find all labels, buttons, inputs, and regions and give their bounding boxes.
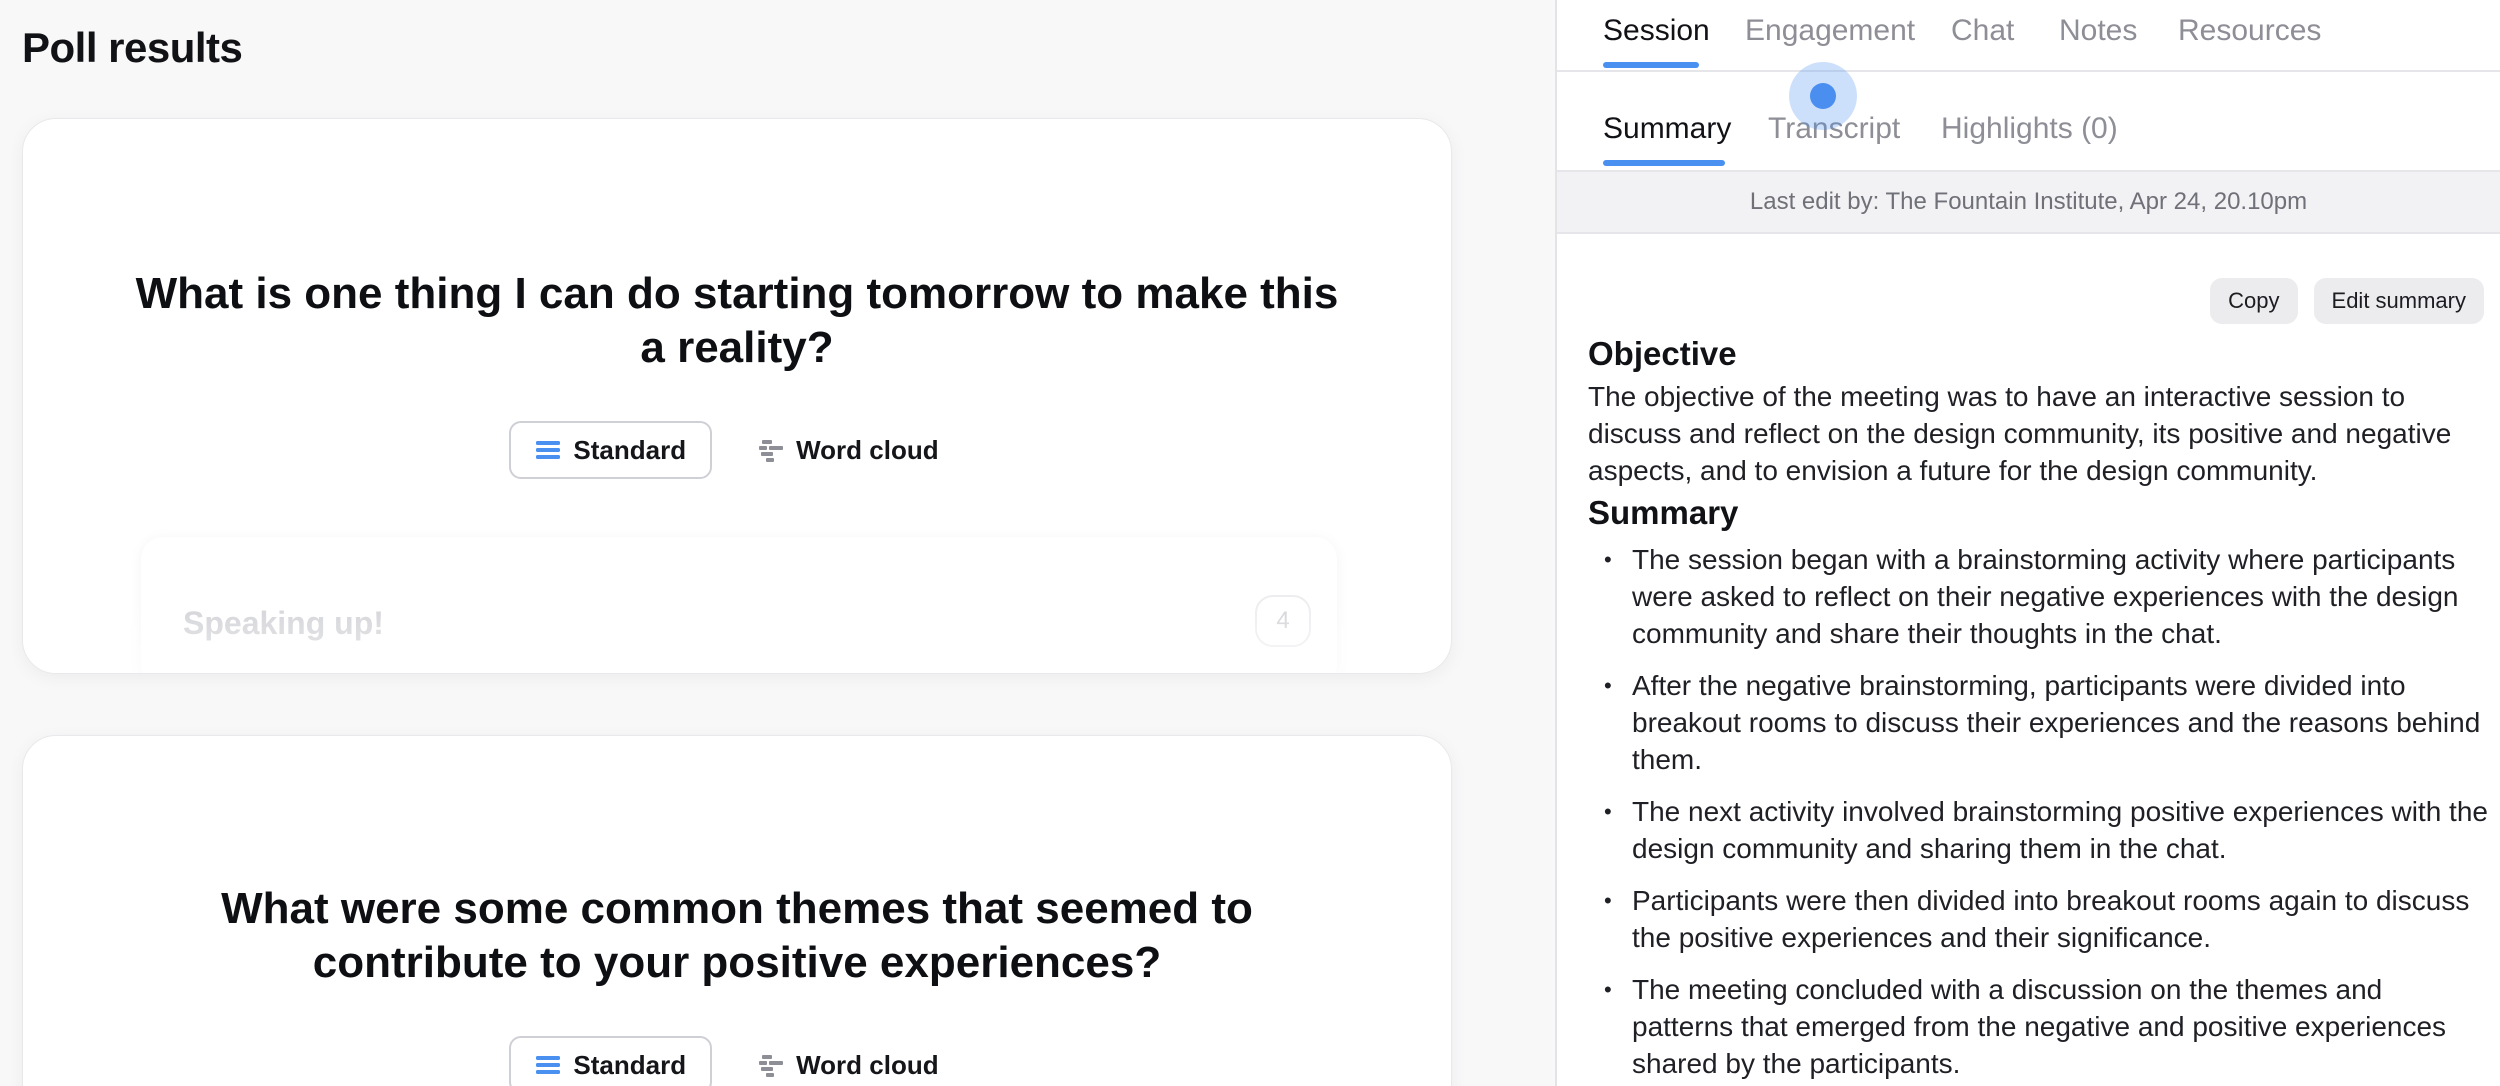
- list-item-text: After the negative brainstorming, partic…: [1632, 670, 2481, 775]
- word-cloud-icon: [759, 1055, 784, 1077]
- tab-notes[interactable]: Notes: [2059, 14, 2137, 48]
- bullet-icon: •: [1604, 799, 1612, 824]
- bullet-icon: •: [1604, 888, 1612, 913]
- standard-view-button[interactable]: Standard: [509, 1036, 713, 1086]
- copy-button[interactable]: Copy: [2210, 278, 2298, 324]
- tab-highlights[interactable]: Highlights (0): [1941, 112, 2118, 146]
- list-item: • The session began with a brainstorming …: [1588, 541, 2488, 652]
- main-tabs: Session Engagement Chat Notes Resources: [1557, 0, 2500, 72]
- cursor-dot: [1810, 83, 1836, 109]
- bullet-icon: •: [1604, 673, 1612, 698]
- view-toggle: Standard Word cloud: [23, 1036, 1451, 1086]
- tab-session[interactable]: Session: [1603, 14, 1710, 48]
- bullet-icon: •: [1604, 977, 1612, 1002]
- list-item-text: Participants were then divided into brea…: [1632, 885, 2470, 953]
- list-item: • Participants were then divided into bre…: [1588, 882, 2488, 956]
- summary-actions: Copy Edit summary: [2210, 278, 2484, 324]
- sub-tabs: Summary Transcript Highlights (0): [1557, 72, 2500, 172]
- list-item-text: The session began with a brainstorming a…: [1632, 544, 2459, 649]
- tab-summary[interactable]: Summary: [1603, 112, 1731, 146]
- word-cloud-view-label: Word cloud: [796, 1049, 939, 1080]
- bullet-icon: •: [1604, 547, 1612, 572]
- word-cloud-view-button[interactable]: Word cloud: [732, 421, 965, 479]
- page-title: Poll results: [22, 24, 243, 71]
- tab-resources[interactable]: Resources: [2178, 14, 2321, 48]
- summary-content: Objective The objective of the meeting w…: [1588, 330, 2488, 1086]
- poll-card: What is one thing I can do starting tomo…: [22, 118, 1452, 674]
- standard-view-button[interactable]: Standard: [509, 421, 713, 479]
- edit-summary-button[interactable]: Edit summary: [2313, 278, 2484, 324]
- last-edit-info: Last edit by: The Fountain Institute, Ap…: [1557, 170, 2500, 234]
- active-tab-indicator: [1603, 62, 1699, 68]
- poll-card: What were some common themes that seemed…: [22, 735, 1452, 1086]
- objective-heading: Objective: [1588, 335, 1737, 372]
- response-count-badge: 4: [1255, 595, 1311, 647]
- list-item: • The meeting concluded with a discussion…: [1588, 971, 2488, 1082]
- summary-list: • The session began with a brainstorming …: [1588, 541, 2488, 1082]
- poll-results-panel: Poll results What is one thing I can do …: [0, 0, 1555, 1086]
- active-subtab-indicator: [1603, 160, 1725, 166]
- standard-view-label: Standard: [573, 434, 687, 465]
- objective-text: The objective of the meeting was to have…: [1588, 381, 2452, 486]
- list-item-text: The meeting concluded with a discussion …: [1632, 974, 2447, 1079]
- word-cloud-icon: [759, 440, 784, 462]
- poll-question: What were some common themes that seemed…: [221, 884, 1253, 987]
- standard-view-label: Standard: [573, 1049, 687, 1080]
- poll-response-item: Speaking up! 4: [141, 537, 1337, 673]
- word-cloud-view-label: Word cloud: [796, 434, 939, 465]
- summary-heading: Summary: [1588, 494, 1739, 531]
- poll-question: What is one thing I can do starting tomo…: [135, 269, 1339, 372]
- word-cloud-view-button[interactable]: Word cloud: [732, 1036, 965, 1086]
- list-item: • After the negative brainstorming, parti…: [1588, 667, 2488, 778]
- list-item: • The next activity involved brainstormin…: [1588, 793, 2488, 867]
- list-item-text: The next activity involved brainstorming…: [1632, 796, 2488, 864]
- view-toggle: Standard Word cloud: [23, 421, 1451, 479]
- tab-chat[interactable]: Chat: [1951, 14, 2014, 48]
- tab-engagement[interactable]: Engagement: [1745, 14, 1915, 48]
- session-panel: Session Engagement Chat Notes Resources …: [1555, 0, 2500, 1086]
- response-text: Speaking up!: [183, 605, 384, 641]
- list-icon: [536, 441, 561, 459]
- list-icon: [536, 1056, 561, 1074]
